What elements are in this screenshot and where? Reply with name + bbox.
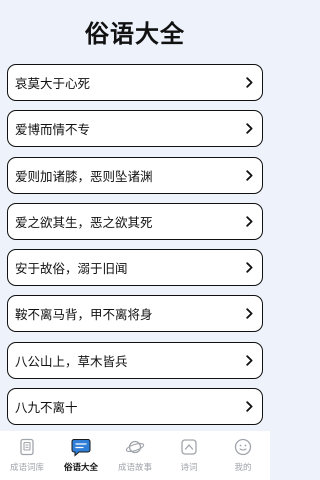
chevron-right-icon: [244, 77, 254, 89]
list-item[interactable]: 爱之欲其生，恶之欲其死: [7, 202, 263, 240]
tab-label: 我的: [234, 463, 252, 473]
list-item-label: 八公山上，草木皆兵: [15, 353, 128, 369]
list-item[interactable]: 安于故俗，溺于旧闻: [7, 249, 263, 287]
saying-list: 哀莫大于心死 爱博而情不专 爱则加诸膝，恶则坠诸渊 爱之欲其生，恶之欲其死 安于…: [7, 64, 263, 434]
chevron-right-icon: [244, 169, 254, 181]
bottom-tab-bar: 成语词库 俗语大全 成语故事 诗词 我的: [0, 431, 270, 480]
chevron-right-icon: [244, 123, 254, 135]
list-item[interactable]: 爱则加诸膝，恶则坠诸渊: [7, 156, 263, 194]
list-item[interactable]: 八九不离十: [7, 388, 263, 426]
list-item[interactable]: 八公山上，草木皆兵: [7, 341, 263, 379]
list-item[interactable]: 爱博而情不专: [7, 110, 263, 148]
tab-poetry[interactable]: 诗词: [162, 437, 216, 473]
tab-sayings[interactable]: 俗语大全: [54, 437, 108, 473]
chat-icon: [71, 437, 91, 457]
tab-label: 成语故事: [117, 463, 152, 473]
chevron-right-icon: [244, 401, 254, 413]
list-item-label: 爱博而情不专: [15, 122, 91, 138]
page-header: 俗语大全: [0, 0, 270, 62]
page-title: 俗语大全: [85, 19, 185, 48]
tab-label: 成语词库: [9, 463, 44, 473]
chevron-up-icon: [179, 437, 199, 457]
smiley-icon: [233, 437, 253, 457]
list-item[interactable]: 哀莫大于心死: [7, 64, 263, 101]
tab-profile[interactable]: 我的: [216, 437, 270, 473]
planet-icon: [125, 437, 145, 457]
list-item-label: 哀莫大于心死: [15, 76, 91, 91]
list-item[interactable]: 鞍不离马背，甲不离将身: [7, 295, 263, 333]
tab-idiom-library[interactable]: 成语词库: [0, 437, 54, 473]
list-item-label: 安于故俗，溺于旧闻: [15, 261, 128, 277]
tab-label: 诗词: [180, 463, 198, 473]
book-icon: [17, 437, 37, 457]
list-item-label: 鞍不离马背，甲不离将身: [15, 307, 153, 323]
list-item-label: 爱则加诸膝，恶则坠诸渊: [15, 168, 153, 184]
tab-idiom-stories[interactable]: 成语故事: [108, 437, 162, 473]
chevron-right-icon: [244, 308, 254, 320]
list-item-label: 爱之欲其生，恶之欲其死: [15, 214, 153, 230]
chevron-right-icon: [244, 262, 254, 274]
tab-label: 俗语大全: [63, 463, 98, 473]
chevron-right-icon: [244, 215, 254, 227]
chevron-right-icon: [244, 354, 254, 366]
list-item-label: 八九不离十: [15, 400, 78, 416]
